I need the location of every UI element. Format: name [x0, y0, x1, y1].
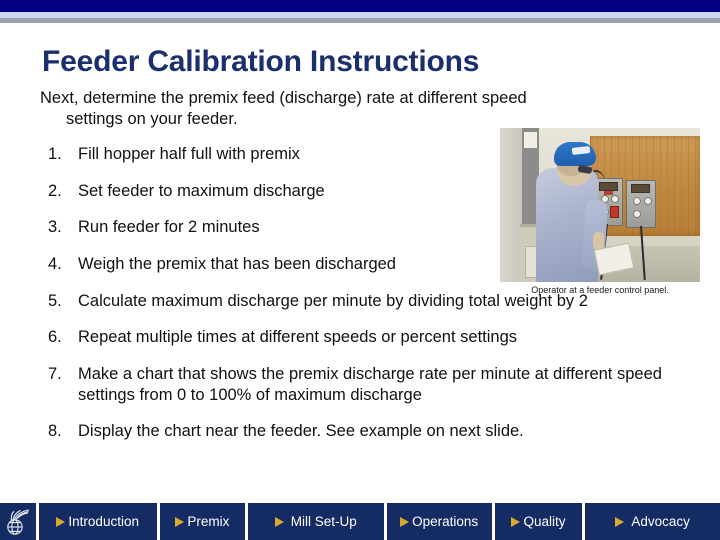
list-item-number: 3.: [48, 218, 62, 237]
nav-tab-premix[interactable]: Premix: [159, 503, 246, 540]
nav-tab-label: Operations: [412, 514, 479, 529]
triangle-right-icon: [615, 516, 625, 527]
operator-control-panel-photo: [500, 128, 700, 282]
list-item-text: Display the chart near the feeder. See e…: [78, 422, 524, 441]
photo-panel-knob: [644, 197, 652, 205]
photo-panel-display-2: [631, 184, 650, 193]
nav-tab-label: Mill Set-Up: [290, 514, 357, 529]
nav-tab-label: Advocacy: [631, 514, 690, 529]
list-item-number: 4.: [48, 255, 62, 274]
list-item: 2. Set feeder to maximum discharge: [40, 181, 508, 202]
photo-wall-left: [500, 128, 522, 282]
list-item: 6. Repeat multiple times at different sp…: [40, 327, 708, 348]
list-item-number: 7.: [48, 364, 62, 383]
photo-panel-stop-button: [610, 206, 619, 218]
photo-caption: Operator at a feeder control panel.: [531, 285, 669, 295]
triangle-right-icon: [400, 516, 410, 527]
list-item: 7. Make a chart that shows the premix di…: [40, 364, 708, 405]
list-item: 4. Weigh the premix that has been discha…: [40, 254, 508, 275]
photo-panel-knob: [611, 195, 619, 203]
list-item: 3. Run feeder for 2 minutes: [40, 217, 508, 238]
intro-paragraph: Next, determine the premix feed (dischar…: [40, 88, 660, 130]
globe-wheat-logo[interactable]: [0, 503, 36, 540]
list-item-text: Fill hopper half full with premix: [78, 145, 300, 164]
nav-tab-operations[interactable]: Operations: [386, 503, 492, 540]
header-accent-bar-navy: [0, 0, 720, 12]
list-item-text: Run feeder for 2 minutes: [78, 218, 260, 237]
list-item: 1. Fill hopper half full with premix: [40, 144, 508, 165]
page-title: Feeder Calibration Instructions: [42, 45, 480, 78]
photo-panel-knob: [633, 197, 641, 205]
list-item-text: Weigh the premix that has been discharge…: [78, 255, 396, 274]
photo-panel-knob: [633, 210, 641, 218]
photo-door-window: [524, 132, 537, 148]
intro-line-1: Next, determine the premix feed (dischar…: [40, 89, 527, 107]
photo-panel-display-1: [599, 182, 618, 191]
list-item-number: 8.: [48, 422, 62, 441]
nav-tab-label: Introduction: [68, 514, 139, 529]
list-item: 8. Display the chart near the feeder. Se…: [40, 421, 708, 442]
nav-tab-mill-set-up[interactable]: Mill Set-Up: [248, 503, 384, 540]
list-item-number: 5.: [48, 291, 62, 310]
triangle-right-icon: [175, 516, 185, 527]
nav-tab-introduction[interactable]: Introduction: [38, 503, 157, 540]
nav-tab-label: Quality: [523, 514, 566, 529]
triangle-right-icon: [274, 516, 284, 527]
nav-tab-advocacy[interactable]: Advocacy: [585, 503, 720, 540]
bottom-navigation-bar: Introduction Premix Mill Set-Up Operatio…: [0, 503, 720, 540]
nav-tab-quality[interactable]: Quality: [494, 503, 583, 540]
triangle-right-icon: [56, 516, 66, 527]
list-item-text: Repeat multiple times at different speed…: [78, 328, 518, 347]
list-item-number: 1.: [48, 145, 62, 164]
list-item-text: Make a chart that shows the premix disch…: [78, 364, 662, 404]
list-item-text: Set feeder to maximum discharge: [78, 181, 325, 200]
list-item-number: 2.: [48, 181, 62, 200]
triangle-right-icon: [511, 516, 521, 527]
header-accent-bar-gray: [0, 18, 720, 23]
nav-tab-label: Premix: [187, 514, 230, 529]
list-item-number: 6.: [48, 328, 62, 347]
photo-block: Operator at a feeder control panel.: [500, 128, 700, 295]
